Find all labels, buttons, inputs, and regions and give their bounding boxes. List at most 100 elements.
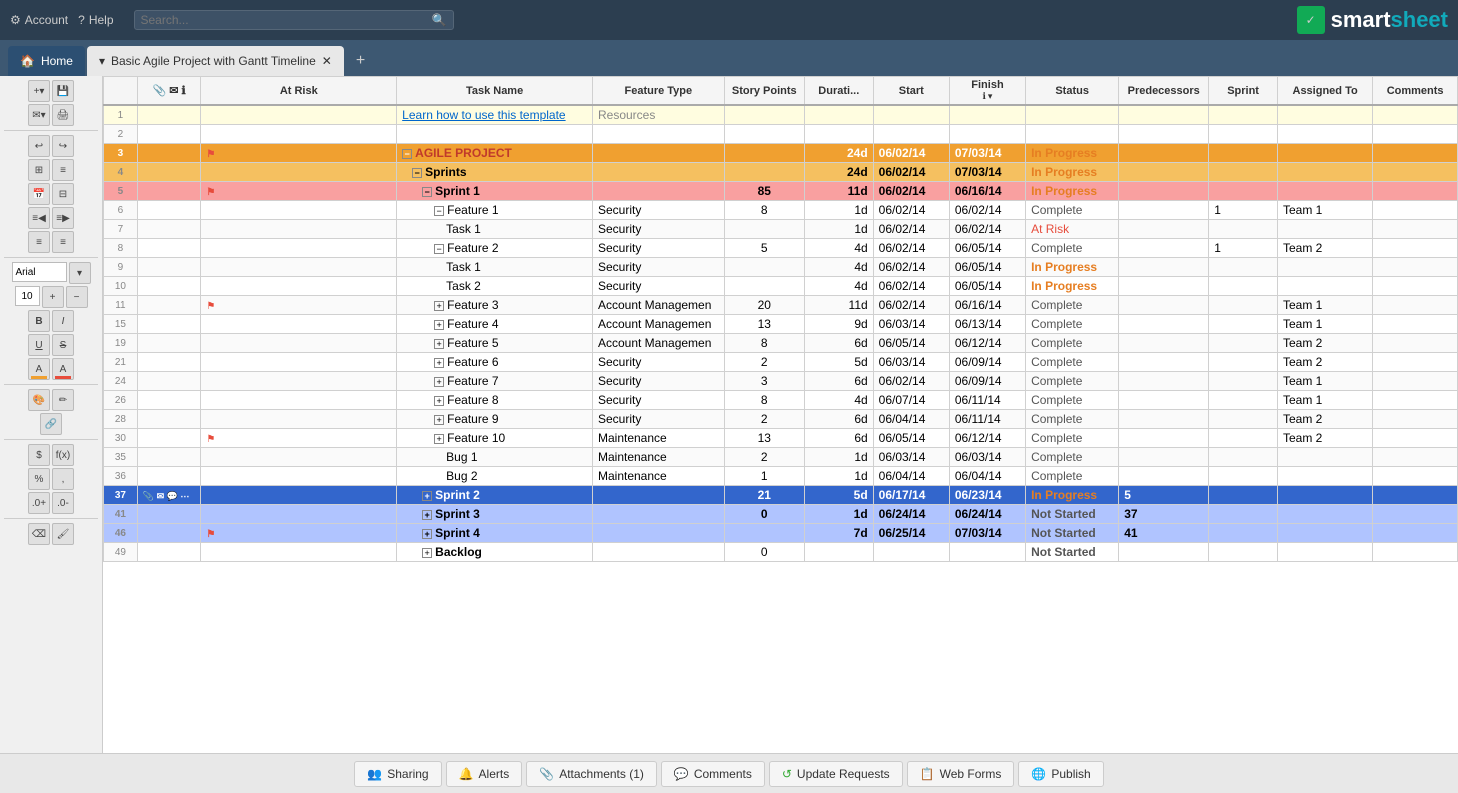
col-header-status[interactable]: Status — [1026, 77, 1119, 106]
row-task-name[interactable]: −AGILE PROJECT — [397, 144, 593, 163]
new-btn[interactable]: +▾ — [28, 80, 50, 102]
row-task-name[interactable]: Bug 2 — [397, 467, 593, 486]
print-btn[interactable]: 🖨 — [52, 104, 74, 126]
expand-icon[interactable]: + — [434, 396, 444, 406]
calendar-btn[interactable]: 📅 — [28, 183, 50, 205]
table-row[interactable]: 11⚑+Feature 3Account Managemen2011d06/02… — [104, 296, 1458, 315]
expand-icon[interactable]: + — [434, 377, 444, 387]
collapse-icon[interactable]: − — [402, 149, 412, 159]
font-size-field[interactable]: 10 — [15, 286, 40, 306]
expand-icon[interactable]: + — [422, 491, 432, 501]
row-task-name[interactable]: +Feature 3 — [397, 296, 593, 315]
table-row[interactable]: 10Task 2Security4d06/02/1406/05/14In Pro… — [104, 277, 1458, 296]
web-forms-button[interactable]: 📋 Web Forms — [907, 761, 1015, 787]
table-row[interactable]: 5⚑−Sprint 18511d06/02/1406/16/14In Progr… — [104, 182, 1458, 201]
font-size-up-btn[interactable]: + — [42, 286, 64, 308]
outdent-btn[interactable]: ≡▶ — [52, 207, 74, 229]
highlight-color-btn[interactable]: A — [28, 358, 50, 380]
row-task-name[interactable]: +Feature 10 — [397, 429, 593, 448]
row-task-name[interactable]: +Backlog — [397, 543, 593, 562]
row-task-name[interactable]: +Feature 9 — [397, 410, 593, 429]
table-row[interactable]: 36Bug 2Maintenance11d06/04/1406/04/14Com… — [104, 467, 1458, 486]
table-row[interactable]: 41+Sprint 301d06/24/1406/24/14Not Starte… — [104, 505, 1458, 524]
font-name-selector[interactable]: Arial — [12, 262, 67, 282]
save-btn[interactable]: 💾 — [52, 80, 74, 102]
row-task-name[interactable]: +Feature 6 — [397, 353, 593, 372]
table-row[interactable]: 7Task 1Security1d06/02/1406/02/14At Risk — [104, 220, 1458, 239]
search-input[interactable] — [141, 13, 432, 27]
table-row[interactable]: 21+Feature 6Security25d06/03/1406/09/14C… — [104, 353, 1458, 372]
task-link[interactable]: Learn how to use this template — [402, 108, 565, 122]
col-header-story-points[interactable]: Story Points — [724, 77, 804, 106]
table-row[interactable]: 28+Feature 9Security26d06/04/1406/11/14C… — [104, 410, 1458, 429]
table-row[interactable]: 8−Feature 2Security54d06/02/1406/05/14Co… — [104, 239, 1458, 258]
tab-home[interactable]: 🏠 Home — [8, 46, 85, 76]
align-left-btn[interactable]: ≡ — [28, 231, 50, 253]
search-icon[interactable]: 🔍 — [432, 13, 447, 27]
row-task-name[interactable]: Learn how to use this template — [397, 105, 593, 125]
formula-btn[interactable]: f(x) — [52, 444, 74, 466]
row-task-name[interactable]: Task 1 — [397, 258, 593, 277]
table-row[interactable]: 2 — [104, 125, 1458, 144]
tab-add[interactable]: + — [346, 46, 375, 76]
row-task-name[interactable]: +Sprint 3 — [397, 505, 593, 524]
table-row[interactable]: 24+Feature 7Security36d06/02/1406/09/14C… — [104, 372, 1458, 391]
undo-btn[interactable]: ↩ — [28, 135, 50, 157]
table-row[interactable]: 49+Backlog0Not Started — [104, 543, 1458, 562]
update-requests-button[interactable]: ↺ Update Requests — [769, 761, 903, 787]
expand-icon[interactable]: + — [422, 510, 432, 520]
row-task-name[interactable]: −Feature 1 — [397, 201, 593, 220]
expand-icon[interactable]: + — [434, 358, 444, 368]
collapse-icon[interactable]: − — [412, 168, 422, 178]
row-task-name[interactable]: +Feature 7 — [397, 372, 593, 391]
table-row[interactable]: 37📎 ✉ 💬 ⋯+Sprint 2215d06/17/1406/23/14In… — [104, 486, 1458, 505]
font-size-down-btn[interactable]: − — [66, 286, 88, 308]
align-right-btn[interactable]: ≡ — [52, 231, 74, 253]
table-row[interactable]: 19+Feature 5Account Managemen86d06/05/14… — [104, 334, 1458, 353]
italic-btn[interactable]: I — [52, 310, 74, 332]
table-row[interactable]: 4−Sprints24d06/02/1407/03/14In Progress — [104, 163, 1458, 182]
decimal-remove-btn[interactable]: .0- — [52, 492, 74, 514]
collapse-icon[interactable]: − — [434, 244, 444, 254]
row-task-name[interactable]: Task 2 — [397, 277, 593, 296]
alerts-button[interactable]: 🔔 Alerts — [446, 761, 523, 787]
link-btn[interactable]: 🔗 — [40, 413, 62, 435]
row-task-name[interactable]: +Feature 5 — [397, 334, 593, 353]
highlight-btn[interactable]: ✏ — [52, 389, 74, 411]
expand-icon[interactable]: + — [422, 548, 432, 558]
expand-icon[interactable]: + — [434, 339, 444, 349]
collapse-icon[interactable]: − — [422, 187, 432, 197]
underline-btn[interactable]: U — [28, 334, 50, 356]
expand-icon[interactable]: + — [434, 301, 444, 311]
table-row[interactable]: 6−Feature 1Security81d06/02/1406/02/14Co… — [104, 201, 1458, 220]
decimal-add-btn[interactable]: .0+ — [28, 492, 50, 514]
col-header-finish[interactable]: Finish ℹ ▾ — [949, 77, 1025, 106]
strikethrough-btn[interactable]: S — [52, 334, 74, 356]
expand-icon[interactable]: + — [434, 320, 444, 330]
col-header-assigned-to[interactable]: Assigned To — [1277, 77, 1372, 106]
row-task-name[interactable]: Bug 1 — [397, 448, 593, 467]
grid-view-btn[interactable]: ⊞ — [28, 159, 50, 181]
col-header-start[interactable]: Start — [873, 77, 949, 106]
collapse-icon[interactable]: − — [434, 206, 444, 216]
publish-button[interactable]: 🌐 Publish — [1018, 761, 1103, 787]
percent-btn[interactable]: % — [28, 468, 50, 490]
row-task-name[interactable]: +Feature 4 — [397, 315, 593, 334]
card-btn[interactable]: ⊟ — [52, 183, 74, 205]
expand-icon[interactable]: + — [434, 415, 444, 425]
col-header-sprint[interactable]: Sprint — [1209, 77, 1278, 106]
account-link[interactable]: ⚙ Account — [10, 13, 68, 27]
table-row[interactable]: 15+Feature 4Account Managemen139d06/03/1… — [104, 315, 1458, 334]
row-task-name[interactable]: −Feature 2 — [397, 239, 593, 258]
row-task-name[interactable]: Task 1 — [397, 220, 593, 239]
col-header-predecessors[interactable]: Predecessors — [1119, 77, 1209, 106]
text-color-btn[interactable]: A — [52, 358, 74, 380]
expand-icon[interactable]: + — [422, 529, 432, 539]
help-link[interactable]: ? Help — [78, 13, 113, 27]
col-header-duration[interactable]: Durati... — [804, 77, 873, 106]
expand-icon[interactable]: + — [434, 434, 444, 444]
col-header-feature-type[interactable]: Feature Type — [592, 77, 724, 106]
tab-sheet[interactable]: ▾ Basic Agile Project with Gantt Timelin… — [87, 46, 344, 76]
row-task-name[interactable]: +Feature 8 — [397, 391, 593, 410]
font-dropdown-btn[interactable]: ▾ — [69, 262, 91, 284]
